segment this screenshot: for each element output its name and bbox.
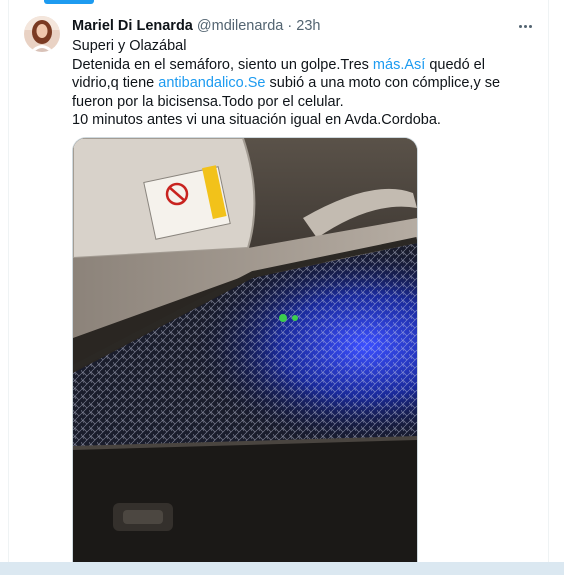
hashtag-link-mas[interactable]: más. xyxy=(373,57,404,73)
separator-dot: · xyxy=(287,18,293,34)
avatar[interactable] xyxy=(24,16,60,52)
author-name[interactable]: Mariel Di Lenarda xyxy=(72,18,193,34)
tweet-line-1: Superi y Olazábal xyxy=(72,38,187,54)
tweet-photo[interactable] xyxy=(72,137,418,563)
tweet-line-2: Detenida en el semáforo, siento un golpe… xyxy=(72,56,534,112)
tweet-text: Superi y Olazábal Detenida en el semáfor… xyxy=(72,37,534,130)
tweet-header: Mariel Di Lenarda @mdilenarda · 23h xyxy=(72,17,534,35)
tweet-text-segment: Detenida en el semáforo, siento un golpe… xyxy=(72,56,373,73)
hashtag-link-se[interactable]: Se xyxy=(248,75,266,91)
tweet-line-3: 10 minutos antes vi una situación igual … xyxy=(72,112,441,128)
page-bottom-strip xyxy=(0,562,564,575)
hashtag-link-asi[interactable]: Así xyxy=(404,57,425,73)
more-dot xyxy=(528,24,532,28)
more-dot xyxy=(523,24,527,28)
tweet-timestamp[interactable]: 23h xyxy=(296,18,320,34)
more-dot xyxy=(518,24,522,28)
more-horizontal-icon[interactable] xyxy=(514,17,536,35)
hashtag-link-antibandalico[interactable]: antibandalico. xyxy=(158,75,248,91)
author-handle[interactable]: @mdilenarda xyxy=(197,18,283,34)
active-tab-indicator xyxy=(44,0,94,4)
